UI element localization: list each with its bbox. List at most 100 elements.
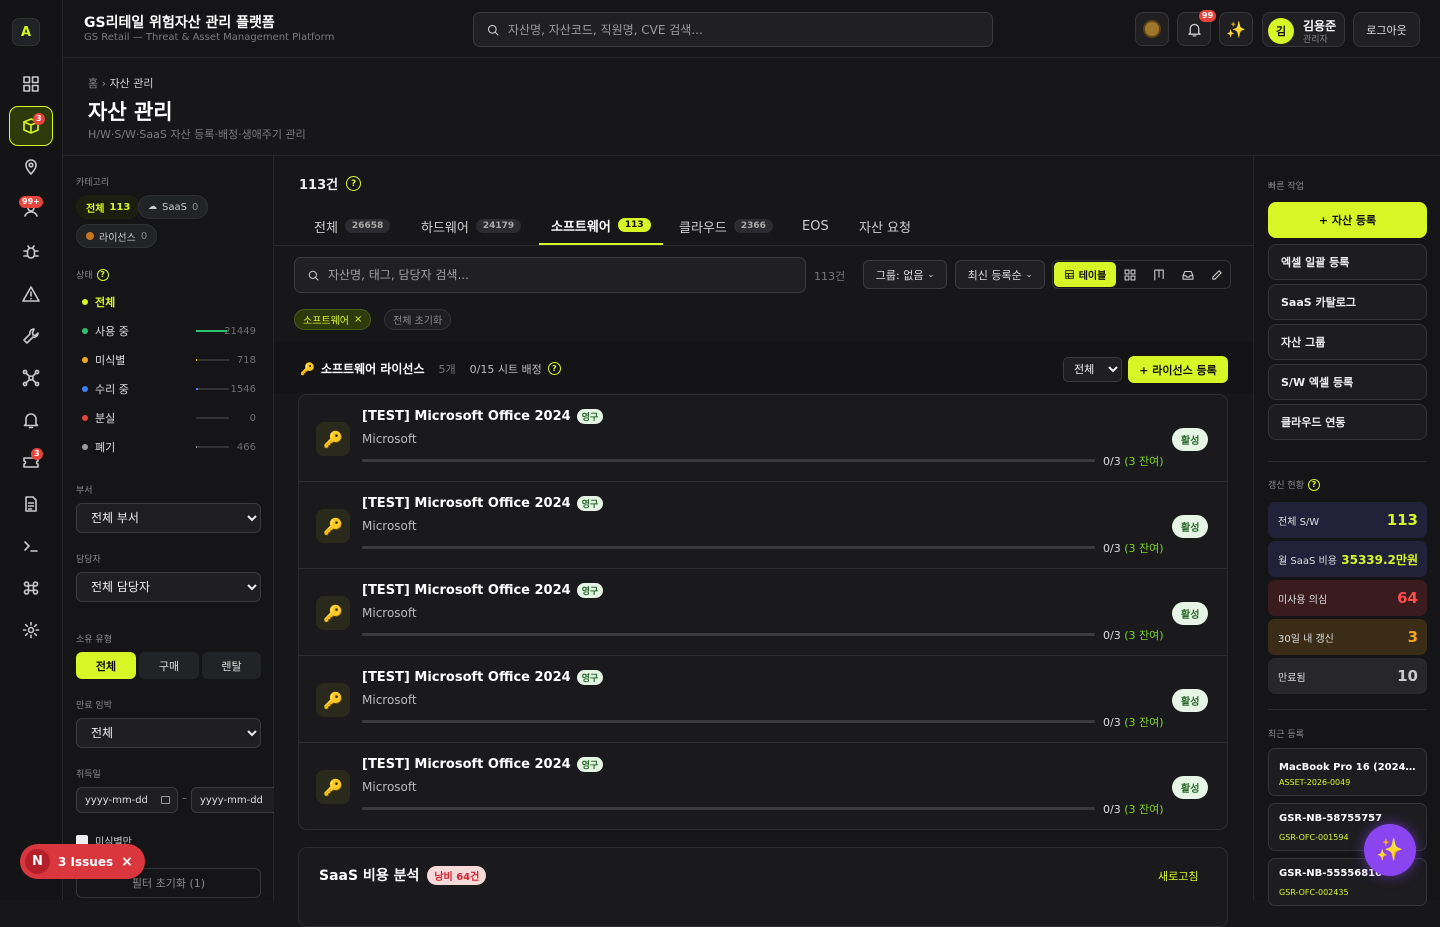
ownership-rental[interactable]: 렌탈 — [202, 652, 261, 679]
renew-stat[interactable]: 전체 S/W 113 — [1268, 502, 1427, 538]
view-inbox-button[interactable] — [1177, 264, 1199, 286]
status-item[interactable]: 수리 중 1546 — [82, 379, 260, 399]
tab-software[interactable]: 소프트웨어 113 — [539, 207, 663, 245]
status-item[interactable]: 폐기 466 — [82, 437, 260, 457]
owner-select[interactable]: 전체 담당자 — [76, 572, 261, 602]
tab-eos[interactable]: EOS — [802, 207, 829, 245]
asset-group-button[interactable]: 자산 그룹 — [1268, 324, 1427, 360]
asset-search-input[interactable] — [328, 268, 788, 282]
stat-value: 10 — [1397, 667, 1418, 685]
status-item[interactable]: 전체 — [82, 292, 260, 312]
license-card[interactable]: 🔑 [TEST] Microsoft Office 2024 영구 Microsoft… — [299, 569, 1227, 656]
tab-cloud[interactable]: 클라우드 2366 — [679, 207, 773, 245]
ownership-purchase[interactable]: 구매 — [139, 652, 199, 679]
license-name: [TEST] Microsoft Office 2024 영구 — [362, 409, 604, 424]
license-vendor: Microsoft — [362, 519, 417, 533]
nav-assets[interactable]: 3 — [9, 106, 53, 146]
nav-settings[interactable] — [9, 612, 53, 648]
nav-notifications[interactable] — [9, 402, 53, 438]
status-bar-fill — [196, 330, 228, 332]
nav-tickets[interactable]: 3 — [9, 444, 53, 480]
dept-select[interactable]: 전체 부서 — [76, 503, 261, 533]
tab-count: 113 — [617, 218, 651, 232]
search-icon — [308, 270, 319, 281]
saas-catalog-button[interactable]: SaaS 카탈로그 — [1268, 284, 1427, 320]
status-badge: 활성 — [1172, 602, 1209, 625]
reset-all-button[interactable]: 전체 초기화 — [384, 309, 452, 330]
close-icon[interactable]: × — [354, 314, 362, 325]
status-button[interactable] — [1135, 12, 1169, 46]
app-logo[interactable]: A — [12, 18, 40, 46]
nav-maintenance[interactable] — [9, 318, 53, 354]
date-to-input[interactable]: yyyy-mm-dd — [191, 787, 274, 813]
nav-integrations[interactable] — [9, 570, 53, 606]
license-dot-icon — [86, 232, 94, 240]
notifications-button[interactable]: 99 — [1177, 10, 1217, 46]
nav-location[interactable] — [9, 149, 53, 185]
status-item[interactable]: 분실 0 — [82, 408, 260, 428]
kanban-icon — [1154, 269, 1164, 281]
ai-assistant-button[interactable]: ✨ — [1364, 824, 1416, 876]
status-item[interactable]: 사용 중 21449 — [82, 321, 260, 341]
nav-dashboard[interactable] — [9, 66, 53, 102]
status-label: 수리 중 — [95, 383, 129, 396]
view-kanban-button[interactable] — [1148, 264, 1170, 286]
license-count: 5개 — [438, 362, 456, 376]
sort-dropdown[interactable]: 최신 등록순 ⌄ — [955, 260, 1045, 289]
refresh-button[interactable]: 새로고침 — [1158, 868, 1198, 884]
license-card[interactable]: 🔑 [TEST] Microsoft Office 2024 영구 Microsoft… — [299, 482, 1227, 569]
breadcrumb-home[interactable]: 홈 — [88, 77, 98, 90]
renew-label: 갱신 현황? — [1268, 478, 1320, 491]
status-item[interactable]: 미식별 718 — [82, 350, 260, 370]
ai-button[interactable]: ✨ — [1219, 12, 1253, 46]
nav-vulnerability[interactable] — [9, 234, 53, 270]
global-search-input[interactable] — [508, 22, 968, 37]
issues-toast[interactable]: N 3 Issues × — [20, 844, 145, 879]
global-search[interactable] — [473, 12, 993, 47]
license-card[interactable]: 🔑 [TEST] Microsoft Office 2024 영구 Microsoft… — [299, 656, 1227, 743]
renew-stat[interactable]: 만료됨 10 — [1268, 658, 1427, 694]
nav-documents[interactable] — [9, 486, 53, 522]
tab-hardware[interactable]: 하드웨어 24179 — [421, 207, 522, 245]
user-menu[interactable]: 김 김용준 관리자 — [1262, 12, 1345, 47]
help-icon[interactable]: ? — [547, 362, 561, 375]
expiry-select[interactable]: 전체 — [76, 718, 261, 748]
add-asset-button[interactable]: + 자산 등록 — [1268, 202, 1427, 238]
category-chip-saas[interactable]: ☁ SaaS 0 — [138, 195, 209, 219]
sw-excel-button[interactable]: S/W 엑셀 등록 — [1268, 364, 1427, 400]
group-dropdown[interactable]: 그룹: 없음 ⌄ — [863, 260, 947, 289]
renew-stat[interactable]: 30일 내 갱신 3 — [1268, 619, 1427, 655]
nav-terminal[interactable] — [9, 528, 53, 564]
date-from-input[interactable]: yyyy-mm-dd — [76, 787, 178, 813]
status-bar — [196, 417, 229, 419]
add-license-button[interactable]: + 라이선스 등록 — [1128, 356, 1228, 383]
license-scope-select[interactable]: 전체 — [1063, 357, 1122, 382]
category-chip-all[interactable]: 전체 113 — [76, 195, 141, 219]
cloud-sync-button[interactable]: 클라우드 연동 — [1268, 404, 1427, 440]
tab-asset-request[interactable]: 자산 요청 — [859, 207, 911, 245]
view-table-button[interactable]: 테이블 — [1054, 262, 1116, 287]
asset-search[interactable] — [294, 257, 806, 293]
view-table-label: 테이블 — [1078, 271, 1107, 282]
renew-stat[interactable]: 월 SaaS 비용 35339.2만원 — [1268, 541, 1427, 577]
help-icon[interactable]: ? — [96, 268, 109, 281]
view-grid-button[interactable] — [1119, 264, 1141, 286]
nav-security[interactable]: 99+ — [9, 191, 53, 227]
logout-button[interactable]: 로그아웃 — [1353, 12, 1420, 47]
help-icon[interactable]: ? — [346, 176, 362, 191]
nav-network[interactable] — [9, 360, 53, 396]
tab-all[interactable]: 전체 26658 — [314, 207, 391, 245]
license-card[interactable]: 🔑 [TEST] Microsoft Office 2024 영구 Microsoft… — [299, 743, 1227, 829]
active-filter-chip[interactable]: 소프트웨어 × — [294, 309, 372, 330]
excel-bulk-button[interactable]: 엑셀 일괄 등록 — [1268, 244, 1427, 280]
help-icon[interactable]: ? — [1307, 478, 1320, 491]
renew-stat[interactable]: 미사용 의심 64 — [1268, 580, 1427, 616]
recent-item[interactable]: MacBook Pro 16 (2024년... ASSET-2026-0049 — [1268, 748, 1427, 796]
nav-alerts[interactable] — [9, 276, 53, 312]
edit-button[interactable] — [1206, 264, 1228, 286]
close-icon[interactable]: × — [121, 854, 133, 870]
top-header: GS리테일 위험자산 관리 플랫폼 GS Retail — Threat & A… — [63, 0, 1440, 58]
ownership-all[interactable]: 전체 — [76, 652, 136, 679]
license-card[interactable]: 🔑 [TEST] Microsoft Office 2024 영구 Microsoft… — [299, 395, 1227, 482]
category-chip-license[interactable]: 라이선스 0 — [76, 224, 158, 248]
